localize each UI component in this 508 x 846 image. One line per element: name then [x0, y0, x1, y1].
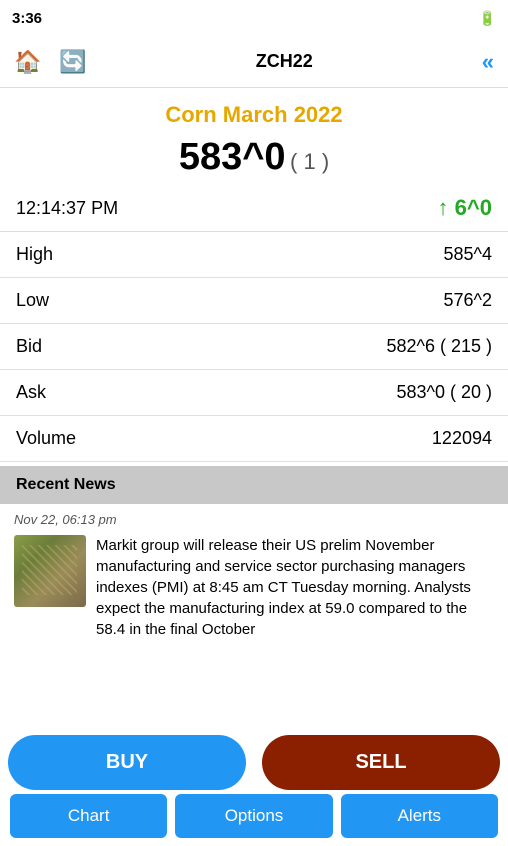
news-timestamp: Nov 22, 06:13 pm: [0, 504, 508, 531]
instrument-title: Corn March 2022: [0, 88, 508, 132]
table-row: Low 576^2: [0, 278, 508, 324]
price-change: ↑ 6^0: [438, 195, 492, 221]
main-content: Corn March 2022 583^0 ( 1 ) 12:14:37 PM …: [0, 88, 508, 788]
news-body: Markit group will release their US preli…: [96, 535, 494, 640]
price-lots: ( 1 ): [290, 149, 329, 174]
nav-title: ZCH22: [256, 51, 313, 72]
refresh-icon[interactable]: 🔄: [59, 49, 86, 75]
home-icon[interactable]: 🏠: [14, 49, 41, 75]
volume-value: 122094: [204, 416, 508, 462]
table-row: Volume 122094: [0, 416, 508, 462]
chart-button[interactable]: Chart: [10, 794, 167, 838]
status-time: 3:36: [12, 10, 42, 27]
volume-label: Volume: [0, 416, 204, 462]
news-item: Markit group will release their US preli…: [0, 531, 508, 648]
status-bar: 3:36 🔋: [0, 0, 508, 36]
low-label: Low: [0, 278, 204, 324]
arrow-up-icon: ↑: [438, 195, 455, 220]
bid-label: Bid: [0, 324, 204, 370]
table-row: Bid 582^6 ( 215 ): [0, 324, 508, 370]
price-main: 583^0: [179, 136, 286, 178]
buy-button[interactable]: BUY: [8, 735, 246, 790]
last-update-time: 12:14:37 PM: [16, 198, 118, 219]
bid-value: 582^6 ( 215 ): [204, 324, 508, 370]
low-value: 576^2: [204, 278, 508, 324]
sell-button[interactable]: SELL: [262, 735, 500, 790]
news-section-header: Recent News: [0, 466, 508, 504]
alerts-button[interactable]: Alerts: [341, 794, 498, 838]
high-label: High: [0, 232, 204, 278]
buy-sell-row: BUY SELL: [0, 729, 508, 794]
ask-label: Ask: [0, 370, 204, 416]
nav-left-icons: 🏠 🔄: [14, 49, 87, 75]
ask-value: 583^0 ( 20 ): [204, 370, 508, 416]
options-button[interactable]: Options: [175, 794, 332, 838]
back-button[interactable]: «: [482, 49, 494, 75]
table-row: High 585^4: [0, 232, 508, 278]
bottom-actions: BUY SELL Chart Options Alerts: [0, 729, 508, 846]
table-row: Ask 583^0 ( 20 ): [0, 370, 508, 416]
nav-bar: 🏠 🔄 ZCH22 «: [0, 36, 508, 88]
news-thumbnail-image: [14, 535, 86, 607]
high-value: 585^4: [204, 232, 508, 278]
nav-bottom-row: Chart Options Alerts: [0, 794, 508, 846]
battery-icon: 🔋: [479, 10, 496, 27]
quote-data-table: High 585^4 Low 576^2 Bid 582^6 ( 215 ) A…: [0, 232, 508, 462]
price-row: 583^0 ( 1 ): [0, 132, 508, 187]
time-change-row: 12:14:37 PM ↑ 6^0: [0, 187, 508, 232]
